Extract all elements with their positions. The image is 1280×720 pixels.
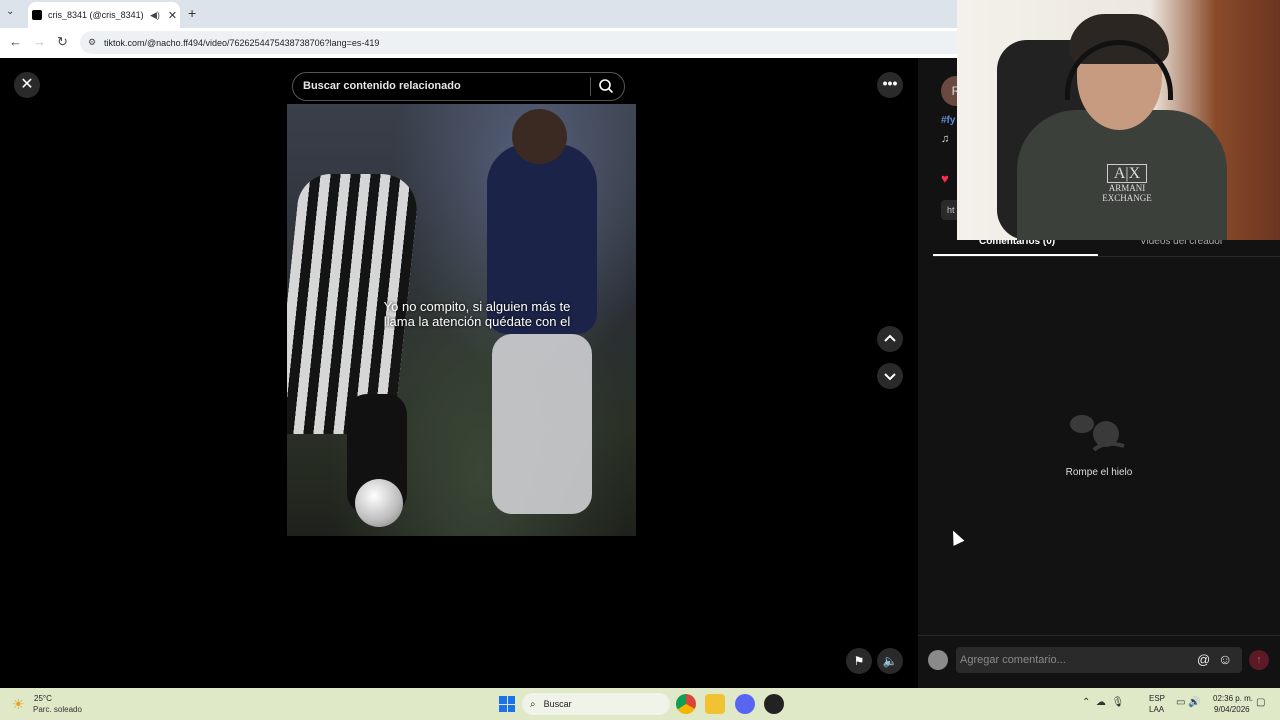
plus-icon[interactable]: + (188, 5, 196, 21)
shirt-logo: A|X ARMANI EXCHANGE (1092, 164, 1162, 203)
back-button[interactable]: ← (9, 34, 22, 49)
system-tray-icons[interactable]: ⌃ ☁ 🎙 (1082, 697, 1124, 708)
clock-date[interactable]: 9/04/2026 (1214, 705, 1250, 714)
hashtag-link[interactable]: #fy (941, 115, 955, 126)
volume-icon[interactable]: 🔈 (877, 648, 903, 674)
taskbar-search-label: Buscar (543, 699, 572, 709)
close-icon[interactable]: ✕ (14, 72, 40, 98)
search-divider (590, 77, 591, 96)
taskbar-search[interactable]: ⌕ Buscar (522, 693, 670, 715)
shirt-logo-text: ARMANI EXCHANGE (1102, 183, 1152, 203)
tiktok-favicon-icon (32, 10, 42, 20)
file-explorer-icon[interactable] (705, 694, 725, 714)
search-icon: ⌕ (530, 698, 536, 710)
language-indicator[interactable]: ESP (1149, 694, 1165, 703)
shirt-logo-mark: A|X (1106, 164, 1148, 183)
discord-icon[interactable] (735, 694, 755, 714)
player-legs (492, 334, 592, 514)
tabs-divider (933, 256, 1280, 257)
related-search-placeholder: Buscar contenido relacionado (303, 80, 461, 92)
football (355, 479, 403, 527)
more-options-icon[interactable]: ••• (877, 72, 903, 98)
forward-button[interactable]: → (33, 34, 46, 49)
language-layout[interactable]: LAA (1149, 705, 1164, 714)
comment-divider (918, 635, 1280, 636)
close-tab-icon[interactable]: ✕ (168, 9, 177, 22)
empty-comments-text: Rompe el hielo (1065, 467, 1133, 478)
chrome-icon[interactable] (676, 694, 696, 714)
reload-button[interactable]: ↻ (57, 34, 68, 50)
video-caption: Yo no compito, si alguien más te llama l… (383, 299, 571, 329)
network-volume-icons[interactable]: ▭ 🔊 (1176, 697, 1201, 708)
weather-sun-icon[interactable]: ☀ (12, 696, 25, 713)
windows-start-icon[interactable] (499, 696, 515, 712)
url-field[interactable]: tiktok.com/@nacho.ff494/video/7626254475… (80, 31, 970, 54)
site-settings-icon[interactable]: ⚙ (88, 37, 96, 48)
music-note-icon[interactable]: ♫ (941, 133, 949, 145)
weather-temp[interactable]: 25°C (34, 694, 52, 703)
heart-icon[interactable]: ♥ (941, 171, 949, 186)
video-player[interactable]: Yo no compito, si alguien más te llama l… (287, 104, 636, 536)
weather-desc[interactable]: Parc. soleado (33, 705, 82, 714)
emoji-icon[interactable]: ☺ (1218, 651, 1232, 667)
webcam-overlay: A|X ARMANI EXCHANGE (957, 0, 1280, 240)
avatar (928, 650, 948, 670)
notification-icon[interactable]: ▢ (1256, 697, 1265, 708)
mention-icon[interactable]: @ (1197, 652, 1210, 667)
report-flag-icon[interactable]: ⚑ (846, 648, 872, 674)
post-comment-button[interactable]: ↑ (1249, 650, 1269, 670)
tab-title: cris_8341 (@cris_8341) | Tik (48, 10, 146, 20)
chevron-down-icon[interactable] (877, 363, 903, 389)
obs-icon[interactable] (764, 694, 784, 714)
browser-tab[interactable]: cris_8341 (@cris_8341) | Tik ◀) ✕ (28, 2, 180, 28)
chevron-up-icon[interactable] (877, 326, 903, 352)
speaker-icon[interactable]: ◀) (150, 10, 160, 21)
player-head (512, 109, 567, 164)
empty-comments-icon (1070, 415, 1125, 452)
search-icon[interactable] (598, 78, 614, 94)
chevron-down-icon[interactable]: ⌄ (6, 6, 14, 17)
clock-time[interactable]: 02:36 p. m. (1213, 694, 1253, 703)
